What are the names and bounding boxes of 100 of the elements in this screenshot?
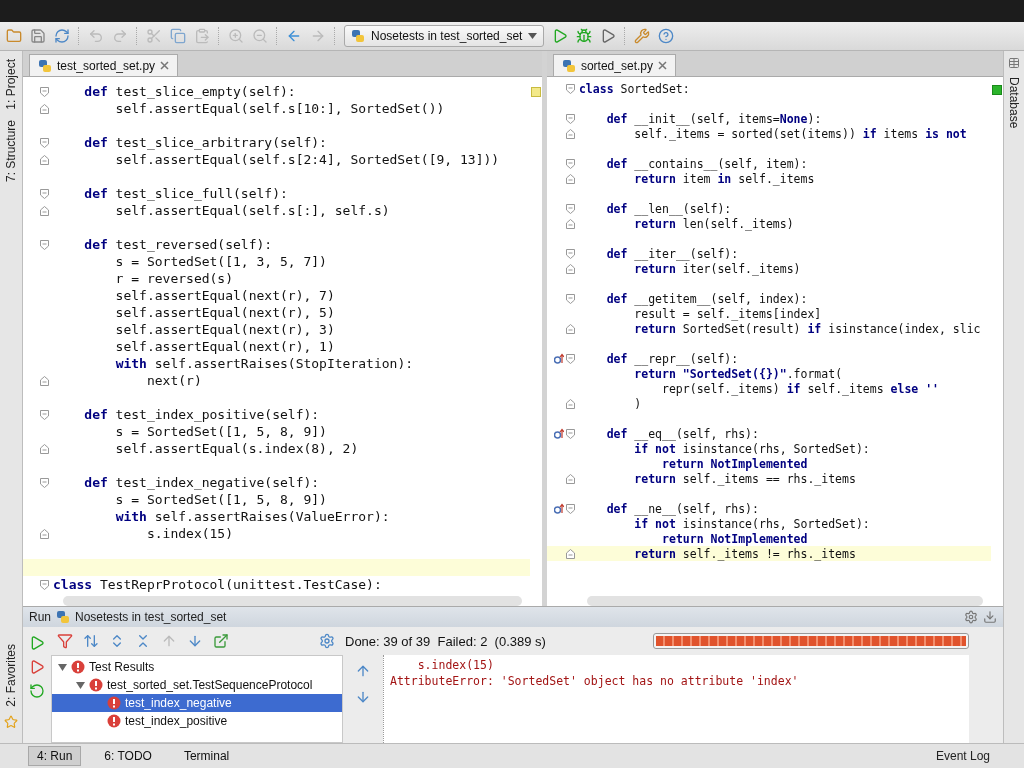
tree-row[interactable]: test_index_negative xyxy=(52,694,342,712)
fold-marker-icon[interactable] xyxy=(565,83,575,94)
horizontal-scrollbar[interactable] xyxy=(586,596,983,606)
tool-window-tab[interactable]: Database xyxy=(1007,75,1021,131)
fold-marker-icon[interactable] xyxy=(565,128,575,139)
cut-icon[interactable] xyxy=(146,28,162,44)
redo-icon[interactable] xyxy=(112,28,128,44)
override-marker-icon[interactable] xyxy=(553,502,564,515)
filter-icon[interactable] xyxy=(57,633,73,649)
fold-marker-icon[interactable] xyxy=(565,203,575,214)
fold-marker-icon[interactable] xyxy=(40,375,49,386)
tool-window-tab[interactable]: Terminal xyxy=(174,746,239,766)
folder-icon[interactable] xyxy=(6,28,22,44)
help-icon[interactable] xyxy=(658,28,675,44)
fold-marker-icon[interactable] xyxy=(565,113,575,124)
rerun-icon[interactable] xyxy=(29,635,45,651)
zoom-out-icon[interactable] xyxy=(252,28,268,44)
tree-row[interactable]: Test Results xyxy=(52,658,342,676)
code-line: self.assertEqual(self.s[10:], SortedSet()) xyxy=(114,101,445,116)
code-line: self.assertEqual(next(r), 1) xyxy=(114,339,335,354)
code-line: self.assertEqual(next(r), 3) xyxy=(114,322,335,337)
fold-marker-icon[interactable] xyxy=(40,103,49,114)
code-line: def __init__(self, items=None): xyxy=(605,111,822,126)
export-icon[interactable] xyxy=(213,633,229,649)
code-line: def test_slice_arbitrary(self): xyxy=(83,135,327,150)
warning-stripe-icon[interactable] xyxy=(530,87,541,97)
error-icon xyxy=(107,714,121,728)
zoom-in-icon[interactable] xyxy=(228,28,244,44)
fold-marker-icon[interactable] xyxy=(40,137,49,148)
tool-window-tab[interactable]: 7: Structure xyxy=(4,117,18,184)
tree-row[interactable]: test_index_positive xyxy=(52,712,342,730)
database-icon[interactable] xyxy=(1008,57,1020,69)
fold-marker-icon[interactable] xyxy=(40,528,49,539)
run-icon[interactable] xyxy=(552,28,569,44)
code-line: def __ne__(self, rhs): xyxy=(605,501,759,516)
fold-marker-icon[interactable] xyxy=(40,477,49,488)
test-name: test_index_negative xyxy=(125,696,232,710)
fold-marker-icon[interactable] xyxy=(565,263,575,274)
fold-marker-icon[interactable] xyxy=(565,173,575,184)
fold-marker-icon[interactable] xyxy=(40,188,49,199)
fold-marker-icon[interactable] xyxy=(565,158,575,169)
expanded-triangle-icon[interactable] xyxy=(58,662,67,672)
fold-marker-icon[interactable] xyxy=(40,205,49,216)
fold-marker-icon[interactable] xyxy=(40,154,49,165)
python-file-icon xyxy=(38,58,52,73)
undo-icon[interactable] xyxy=(88,28,104,44)
expanded-triangle-icon[interactable] xyxy=(76,680,85,690)
override-marker-icon[interactable] xyxy=(553,427,564,440)
fold-marker-icon[interactable] xyxy=(40,86,49,97)
fold-marker-icon[interactable] xyxy=(565,353,575,364)
fold-marker-icon[interactable] xyxy=(40,579,49,590)
code-line: self._items = sorted(set(items)) if items is not xyxy=(633,126,967,141)
run-configuration-dropdown[interactable]: Nosetests in test_sorted_set xyxy=(344,25,545,47)
fold-marker-icon[interactable] xyxy=(40,409,49,420)
fold-marker-icon[interactable] xyxy=(565,428,575,439)
copy-icon[interactable] xyxy=(170,28,186,44)
save-icon[interactable] xyxy=(30,28,46,44)
fold-marker-icon[interactable] xyxy=(565,323,575,334)
fold-marker-icon[interactable] xyxy=(565,218,575,229)
tool-window-tab[interactable]: 6: TODO xyxy=(95,746,161,766)
code-line: s = SortedSet([1, 5, 8, 9]) xyxy=(114,492,327,507)
fold-marker-icon[interactable] xyxy=(565,473,575,484)
file-tab[interactable]: test_sorted_set.py xyxy=(29,54,179,76)
code-line: return NotImplemented xyxy=(661,456,808,471)
file-tab[interactable]: sorted_set.py xyxy=(552,54,676,76)
settings-icon[interactable] xyxy=(319,633,335,649)
tool-window-tab[interactable]: 4: Run xyxy=(28,746,82,766)
back-arrow-icon[interactable] xyxy=(286,28,302,44)
code-line: self.assertEqual(self.s[:], self.s) xyxy=(114,203,390,218)
sync-icon[interactable] xyxy=(54,28,70,44)
fold-marker-icon[interactable] xyxy=(565,398,575,409)
fold-marker-icon[interactable] xyxy=(40,239,49,250)
hide-panel-icon[interactable] xyxy=(983,610,997,624)
fold-marker-icon[interactable] xyxy=(565,503,575,514)
horizontal-scrollbar[interactable] xyxy=(63,596,522,606)
event-log-button[interactable]: Event Log xyxy=(929,748,996,764)
paste-icon[interactable] xyxy=(194,28,210,44)
code-line: with self.assertRaises(StopIteration): xyxy=(114,356,414,371)
close-icon[interactable] xyxy=(160,61,170,70)
settings-icon[interactable] xyxy=(964,610,978,624)
code-line: ) xyxy=(633,396,642,411)
forward-arrow-icon[interactable] xyxy=(310,28,326,44)
toggle-auto-test-icon[interactable] xyxy=(29,683,45,699)
star-icon[interactable] xyxy=(4,715,18,729)
tree-row[interactable]: test_sorted_set.TestSequenceProtocol xyxy=(52,676,342,694)
panel-title: Run xyxy=(29,610,51,624)
fold-marker-icon[interactable] xyxy=(565,548,575,559)
fold-marker-icon[interactable] xyxy=(40,443,49,454)
coverage-icon[interactable] xyxy=(600,28,617,44)
rerun-failed-icon[interactable] xyxy=(29,659,45,675)
tool-window-tab[interactable]: 2: Favorites xyxy=(4,642,18,709)
fold-marker-icon[interactable] xyxy=(565,248,575,259)
tool-window-tab[interactable]: 1: Project xyxy=(4,57,18,112)
wrench-icon[interactable] xyxy=(634,28,651,44)
fold-marker-icon[interactable] xyxy=(565,293,575,304)
bug-icon[interactable] xyxy=(576,28,593,44)
close-icon[interactable] xyxy=(658,61,667,70)
code-line: def test_slice_full(self): xyxy=(83,186,288,201)
override-marker-icon[interactable] xyxy=(553,352,564,365)
sort-icon[interactable] xyxy=(83,633,99,649)
